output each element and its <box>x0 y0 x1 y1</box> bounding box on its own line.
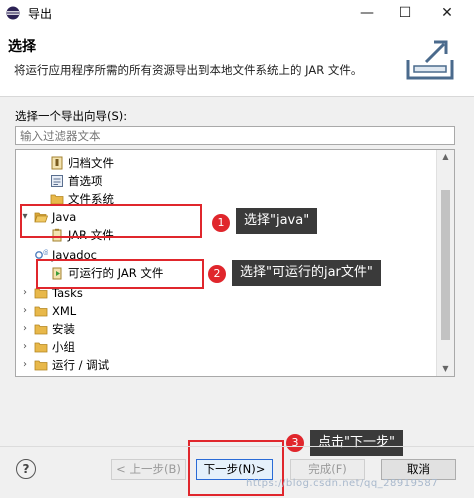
scroll-up-icon[interactable]: ▲ <box>437 150 454 164</box>
chevron-right-icon[interactable]: › <box>20 320 30 338</box>
tree-item-xml[interactable]: › XML <box>16 302 436 320</box>
tree-scrollbar[interactable]: ▲ ▼ <box>436 150 454 376</box>
cancel-button[interactable]: 取消 <box>381 459 456 480</box>
annotation-callout-1: 选择"java" <box>236 208 318 234</box>
back-button[interactable]: < 上一步(B) <box>111 459 186 480</box>
chevron-right-icon[interactable]: › <box>20 338 30 356</box>
page-title: 选择 <box>8 39 36 55</box>
folder-icon <box>34 306 48 317</box>
annotation-badge-3: 3 <box>286 434 304 452</box>
annotation-badge-1: 1 <box>212 214 230 232</box>
tree-item-label: 安装 <box>52 322 75 336</box>
watermark: https://blog.csdn.net/qq_28919587 <box>246 478 439 489</box>
tree-item-archive[interactable]: 归档文件 <box>16 154 436 172</box>
tree-item-team[interactable]: › 小组 <box>16 338 436 356</box>
preferences-icon <box>51 175 63 187</box>
highlight-box-runnable-jar <box>36 259 204 289</box>
folder-icon <box>34 342 48 353</box>
tree-item-label: XML <box>52 304 77 318</box>
next-button[interactable]: 下一步(N)> <box>196 459 273 480</box>
footer-separator <box>0 446 474 447</box>
finish-button[interactable]: 完成(F) <box>290 459 365 480</box>
chevron-right-icon[interactable]: › <box>20 284 30 302</box>
archive-icon <box>51 156 63 170</box>
tree-item-label: 归档文件 <box>68 156 114 170</box>
annotation-callout-3: 点击"下一步" <box>310 430 403 456</box>
tree-item-label: 首选项 <box>68 174 103 188</box>
wizard-header: 选择 将运行应用程序所需的所有资源导出到本地文件系统上的 JAR 文件。 <box>0 26 474 97</box>
annotation-badge-2: 2 <box>208 265 226 283</box>
annotation-callout-2: 选择"可运行的jar文件" <box>232 260 381 286</box>
help-icon[interactable]: ? <box>16 459 36 479</box>
scrollbar-thumb[interactable] <box>441 190 450 340</box>
svg-text:@: @ <box>43 249 48 256</box>
tree-item-run-debug[interactable]: › 运行 / 调试 <box>16 356 436 374</box>
scroll-down-icon[interactable]: ▼ <box>437 362 454 376</box>
close-button[interactable]: ✕ <box>432 3 462 23</box>
wizard-select-label: 选择一个导出向导(S): <box>15 109 128 123</box>
filter-field[interactable] <box>15 126 455 145</box>
highlight-box-java <box>20 204 202 238</box>
title-bar: 导出 — ☐ ✕ <box>0 0 474 26</box>
folder-icon <box>34 324 48 335</box>
eclipse-icon <box>6 6 20 20</box>
tree-item-label: 运行 / 调试 <box>52 358 110 372</box>
chevron-right-icon[interactable]: › <box>20 302 30 320</box>
filter-input[interactable] <box>16 127 454 144</box>
chevron-right-icon[interactable]: › <box>20 356 30 374</box>
window-title: 导出 <box>28 7 53 21</box>
maximize-button[interactable]: ☐ <box>390 3 420 23</box>
export-banner-icon <box>406 40 454 80</box>
folder-icon <box>34 360 48 371</box>
tree-item-install[interactable]: › 安装 <box>16 320 436 338</box>
tree-item-preferences[interactable]: 首选项 <box>16 172 436 190</box>
minimize-button[interactable]: — <box>352 3 382 23</box>
page-description: 将运行应用程序所需的所有资源导出到本地文件系统上的 JAR 文件。 <box>14 63 363 77</box>
tree-item-label: 小组 <box>52 340 75 354</box>
